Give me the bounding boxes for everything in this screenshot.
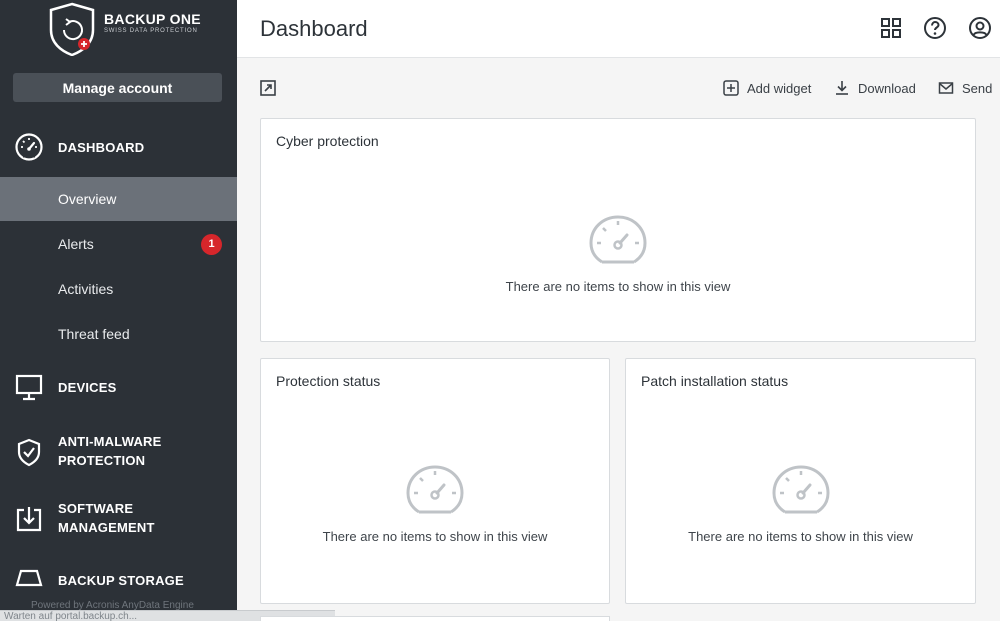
- widget-partial: [260, 616, 610, 621]
- speedometer-icon: [15, 133, 43, 161]
- sidebar-item-overview[interactable]: Overview: [0, 177, 237, 221]
- alerts-count-badge: 1: [201, 233, 222, 255]
- plus-box-icon: [723, 80, 739, 96]
- speedometer-icon: [771, 465, 830, 514]
- grid-icon[interactable]: [879, 16, 903, 40]
- sidebar-item-label: Activities: [58, 281, 114, 297]
- empty-state-text: There are no items to show in this view: [505, 279, 731, 294]
- manage-account-button[interactable]: Manage account: [13, 73, 222, 102]
- header-bar: Dashboard: [237, 0, 1000, 58]
- nav-section-software-management[interactable]: SOFTWARE MANAGEMENT: [0, 499, 237, 539]
- widget-protection-status[interactable]: Protection status There are no items to …: [260, 358, 610, 604]
- nav-label-line: MANAGEMENT: [58, 520, 155, 535]
- widget-title: Protection status: [276, 373, 381, 389]
- sidebar-item-activities[interactable]: Activities: [0, 267, 237, 311]
- add-widget-label: Add widget: [747, 80, 812, 96]
- empty-state: There are no items to show in this view: [261, 215, 975, 294]
- sidebar-item-label: Overview: [58, 191, 117, 207]
- send-button[interactable]: Send: [938, 79, 992, 97]
- widget-title: Patch installation status: [641, 373, 789, 389]
- download-button[interactable]: Download: [834, 79, 916, 97]
- download-label: Download: [858, 80, 916, 96]
- add-widget-button[interactable]: Add widget: [723, 79, 811, 97]
- shield-logo-icon: [46, 2, 98, 57]
- empty-state: There are no items to show in this view: [626, 465, 975, 544]
- nav-label-line: SOFTWARE: [58, 501, 134, 516]
- nav-label-line: PROTECTION: [58, 453, 146, 468]
- sidebar-item-threat-feed[interactable]: Threat feed: [0, 312, 237, 356]
- nav-label-line: ANTI-MALWARE: [58, 434, 162, 449]
- speedometer-icon: [406, 465, 464, 514]
- shield-check-icon: [17, 438, 41, 467]
- brand-name: BACKUP ONE: [104, 10, 201, 27]
- expand-icon[interactable]: [259, 79, 277, 97]
- nav-section-label: ANTI-MALWARE PROTECTION: [58, 432, 162, 470]
- nav-section-backup-storage[interactable]: BACKUP STORAGE: [0, 566, 237, 594]
- empty-state-text: There are no items to show in this view: [322, 529, 548, 544]
- speedometer-icon: [589, 215, 647, 264]
- help-icon[interactable]: [923, 16, 947, 40]
- sidebar-item-label: Threat feed: [58, 326, 130, 342]
- nav-section-label: SOFTWARE MANAGEMENT: [58, 499, 155, 537]
- widget-patch-installation-status[interactable]: Patch installation status There are no i…: [625, 358, 976, 604]
- sidebar: BACKUP ONE SWISS DATA PROTECTION Manage …: [0, 0, 237, 621]
- sidebar-item-label: Alerts: [58, 236, 94, 252]
- download-icon: [836, 81, 848, 95]
- widget-cyber-protection[interactable]: Cyber protection There are no items to s…: [260, 118, 976, 342]
- brand-logo[interactable]: BACKUP ONE SWISS DATA PROTECTION: [46, 2, 201, 57]
- mail-icon: [938, 82, 954, 94]
- nav-section-label: DASHBOARD: [58, 139, 145, 155]
- user-icon[interactable]: [968, 16, 992, 40]
- nav-section-devices[interactable]: DEVICES: [0, 371, 237, 403]
- monitor-icon: [15, 374, 43, 401]
- empty-state-text: There are no items to show in this view: [688, 529, 913, 544]
- sidebar-item-alerts[interactable]: Alerts 1: [0, 222, 237, 266]
- brand-tagline: SWISS DATA PROTECTION: [104, 27, 198, 34]
- empty-state: There are no items to show in this view: [261, 465, 609, 544]
- send-label: Send: [962, 80, 993, 96]
- page-title: Dashboard: [260, 16, 368, 41]
- nav-section-label: DEVICES: [58, 379, 117, 395]
- widget-title: Cyber protection: [276, 133, 379, 149]
- storage-icon: [15, 569, 43, 587]
- nav-section-label: BACKUP STORAGE: [58, 572, 184, 588]
- install-icon: [16, 507, 42, 532]
- nav-section-dashboard[interactable]: DASHBOARD: [0, 131, 237, 163]
- nav-section-anti-malware-protection[interactable]: ANTI-MALWARE PROTECTION: [0, 432, 237, 472]
